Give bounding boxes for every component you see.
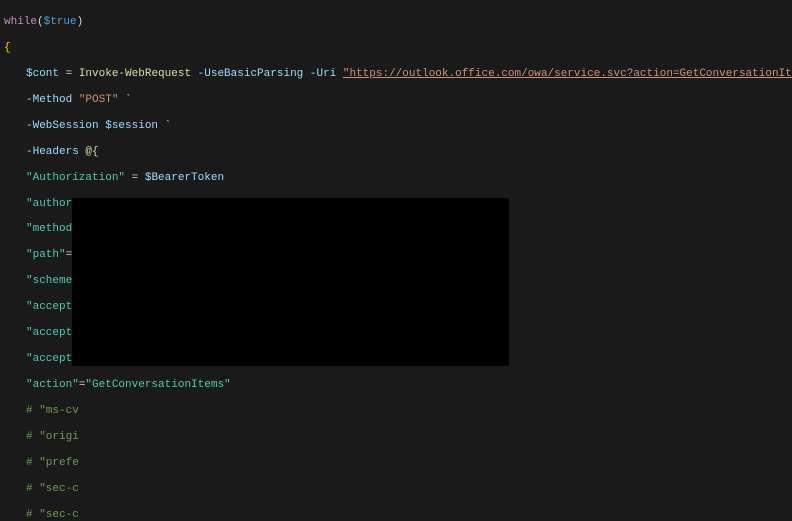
cmdlet-invoke-webrequest: Invoke-WebRequest (79, 68, 191, 80)
var-session: $session (105, 120, 158, 132)
string-method: "POST" (79, 94, 119, 106)
redaction-box (72, 198, 509, 366)
param-usebasicparsing: -UseBasicParsing (191, 68, 303, 80)
param-headers: -Headers (26, 146, 85, 158)
hdr-key-method: "method" (26, 223, 79, 235)
var-bearertoken: $BearerToken (145, 172, 224, 184)
keyword-while: while (4, 16, 37, 28)
comment-line: # "prefe (26, 457, 79, 469)
op-assign: = (59, 68, 79, 80)
comment-line: # "origi (26, 431, 79, 443)
comment-line: # "ms-cv (26, 405, 79, 417)
hdr-key-authorization: "Authorization" (26, 172, 125, 184)
paren-open: ( (37, 16, 44, 28)
line-continuation: ` (118, 94, 131, 106)
string-url: "https://outlook.office.com/owa/service.… (343, 68, 792, 80)
bool-true: $true (44, 16, 77, 28)
hdr-key-action: "action" (26, 379, 79, 391)
param-websession: -WebSession (26, 120, 105, 132)
brace-open: { (4, 42, 11, 54)
param-method: -Method (26, 94, 79, 106)
hdr-val-action: "GetConversationItems" (85, 379, 230, 391)
hdr-key-path: "path" (26, 249, 66, 261)
hdr-key-scheme: "scheme" (26, 275, 79, 287)
hashtable-open: @{ (85, 146, 98, 158)
hdr-key-accept: "accept" (26, 301, 79, 313)
comment-line: # "sec-c (26, 483, 79, 495)
var-cont: $cont (26, 68, 59, 80)
param-uri: -Uri (303, 68, 343, 80)
line-continuation: ` (158, 120, 171, 132)
comment-line: # "sec-c (26, 509, 79, 521)
op-eq: = (125, 172, 145, 184)
paren-close: ) (77, 16, 84, 28)
